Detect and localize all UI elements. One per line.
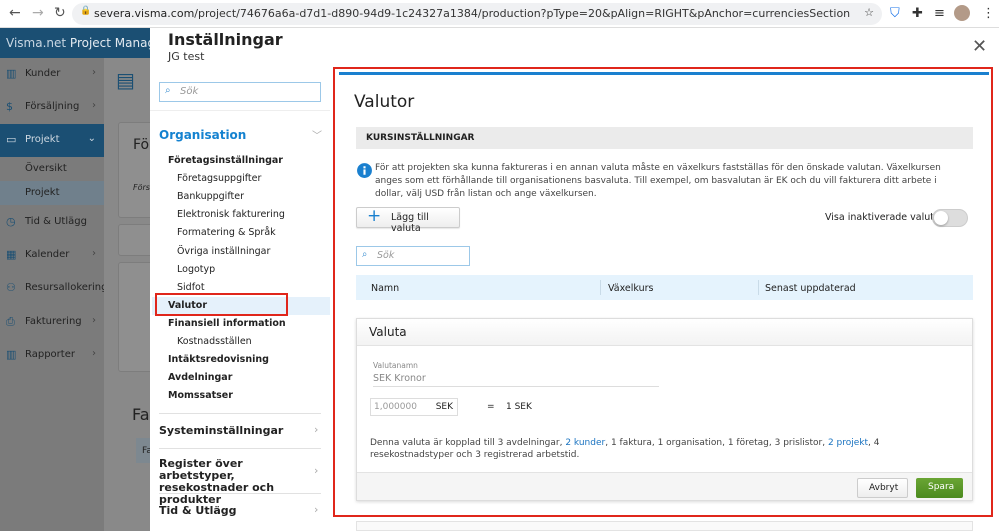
- app-header: Visma.net Project Management: [0, 28, 150, 58]
- shield-icon[interactable]: ⛉: [890, 6, 900, 21]
- divider: [159, 448, 321, 449]
- reload-icon[interactable]: ↻: [54, 5, 66, 21]
- rate-equals: = 1 SEK: [487, 402, 532, 412]
- sidebar-item-kalender[interactable]: ▦ Kalender ›: [0, 239, 104, 272]
- nav-group-systeminstallningar[interactable]: Systeminställningar: [159, 424, 321, 437]
- currency-name-field: SEK Kronor: [373, 373, 659, 387]
- sidebar-item-tid[interactable]: ◷ Tid & Utlägg: [0, 206, 104, 239]
- currency-name-label: Valutanamn: [373, 361, 418, 370]
- exchange-rate-input[interactable]: 1,000000 SEK: [370, 398, 458, 416]
- nav-item-kostnadsställen[interactable]: Kostnadsställen: [152, 333, 330, 351]
- chevron-right-icon: ›: [314, 464, 319, 477]
- nav-item-övriga-inställningar[interactable]: Övriga inställningar: [152, 243, 330, 261]
- app-main-dimmed: ▤ För Försä Fas Fa: [104, 58, 158, 531]
- info-icon: [357, 163, 372, 178]
- users-icon: ⚇: [6, 281, 16, 294]
- column-header-vaxelkurs[interactable]: Växelkurs: [608, 283, 653, 294]
- nav-item-logotyp[interactable]: Logotyp: [152, 261, 330, 279]
- link-kunder[interactable]: 2 kunder: [565, 438, 605, 448]
- panel-subtitle: JG test: [168, 50, 205, 63]
- nav-item-elektronisk-fakturering[interactable]: Elektronisk fakturering: [152, 206, 330, 224]
- plus-icon: +: [367, 206, 382, 226]
- column-header-namn[interactable]: Namn: [371, 283, 399, 294]
- cancel-button[interactable]: Avbryt: [857, 478, 908, 498]
- chevron-right-icon: ›: [92, 248, 96, 259]
- menu-icon[interactable]: ⋮: [982, 6, 995, 21]
- nav-item-finansiell-information[interactable]: Finansiell information: [152, 315, 330, 333]
- extensions-icon[interactable]: ✚: [912, 6, 923, 21]
- nav-item-momssatser[interactable]: Momssatser: [152, 387, 330, 405]
- highlight-box: [155, 293, 288, 316]
- save-button[interactable]: Spara: [916, 478, 963, 498]
- divider: [150, 110, 330, 111]
- calendar-icon: ▦: [6, 248, 17, 261]
- column-header-senast[interactable]: Senast uppdaterad: [765, 283, 856, 294]
- nav-item-företagsuppgifter[interactable]: Företagsuppgifter: [152, 170, 330, 188]
- sidebar-item-resursallokering[interactable]: ⚇ Resursallokering: [0, 272, 108, 305]
- media-icon[interactable]: ≡: [934, 6, 945, 21]
- chart-icon: ▥: [6, 348, 17, 361]
- table-header: Namn Växelkurs Senast uppdaterad: [356, 275, 973, 300]
- nav-group-register[interactable]: Register över arbetstyper, resekostnader…: [159, 458, 309, 506]
- section-title: Valutor: [354, 92, 415, 112]
- info-text: För att projekten ska kunna faktureras i…: [375, 163, 941, 199]
- section-header: KURSINSTÄLLNINGAR: [356, 127, 973, 149]
- chevron-right-icon: ›: [314, 423, 319, 436]
- link-projekt[interactable]: 2 projekt: [828, 438, 868, 448]
- app-sidebar: ▥ Kunder › $ Försäljning › ▭ Projekt ⌄ Översik…: [0, 58, 108, 531]
- show-inactive-toggle[interactable]: [932, 209, 968, 227]
- currency-search-input[interactable]: ⌕ Sök: [356, 246, 470, 266]
- chevron-down-icon: ⌄: [87, 133, 96, 144]
- card-footer: Avbryt Spara: [357, 472, 972, 500]
- toggle-label: Visa inaktiverade valutor: [825, 212, 944, 223]
- invoice-icon: ⎙: [6, 315, 15, 328]
- folder-icon: ▤: [116, 68, 135, 92]
- avatar[interactable]: [954, 5, 970, 21]
- clock-icon: ◷: [6, 215, 16, 228]
- divider: [159, 413, 321, 414]
- chevron-right-icon: ›: [92, 348, 96, 359]
- nav-group-tid-utlagg[interactable]: Tid & Utlägg: [159, 504, 321, 517]
- currency-edit-card: Valuta Valutanamn SEK Kronor 1,000000 SEK…: [356, 318, 973, 501]
- dollar-icon: $: [6, 100, 13, 113]
- card-title: Valuta: [357, 319, 972, 346]
- forward-icon[interactable]: →: [32, 5, 44, 21]
- chevron-right-icon: ›: [314, 503, 319, 516]
- nav-item-bankuppgifter[interactable]: Bankuppgifter: [152, 188, 330, 206]
- folder-icon: ▭: [6, 133, 17, 146]
- close-icon[interactable]: ✕: [972, 36, 987, 57]
- settings-search-input[interactable]: ⌕ Sök: [159, 82, 321, 102]
- nav-item-företagsinställningar[interactable]: Företagsinställningar: [152, 152, 330, 170]
- lock-icon: 🔒: [80, 6, 92, 16]
- star-icon[interactable]: ☆: [864, 6, 874, 19]
- back-icon[interactable]: ←: [9, 5, 21, 21]
- sidebar-item-oversikt[interactable]: Översikt: [0, 157, 104, 181]
- chevron-right-icon: ›: [92, 67, 96, 78]
- usage-note: Denna valuta är kopplad till 3 avdelning…: [370, 438, 880, 460]
- search-icon: ⌕: [165, 85, 171, 96]
- chevron-down-icon: ﹀: [312, 131, 322, 142]
- panel-title: Inställningar: [168, 30, 283, 49]
- nav-item-formatering-språk[interactable]: Formatering & Språk: [152, 224, 330, 242]
- chevron-right-icon: ›: [92, 315, 96, 326]
- building-icon: ▥: [6, 67, 17, 80]
- browser-toolbar: ← → ↻ 🔒 severa.visma.com/project/74676a6a…: [0, 0, 999, 28]
- sidebar-item-rapporter[interactable]: ▥ Rapporter ›: [0, 339, 104, 372]
- sidebar-item-projekt[interactable]: ▭ Projekt ⌄: [0, 124, 104, 157]
- nav-group-organisation[interactable]: Organisation: [159, 128, 246, 142]
- sidebar-item-forsaljning[interactable]: $ Försäljning ›: [0, 91, 104, 124]
- address-bar[interactable]: 🔒 severa.visma.com/project/74676a6a-d7d1-…: [72, 3, 882, 25]
- add-currency-button[interactable]: + Lägg till valuta: [356, 206, 460, 234]
- divider: [159, 493, 321, 494]
- next-card: [356, 521, 973, 531]
- nav-item-intäktsredovisning[interactable]: Intäktsredovisning: [152, 351, 330, 369]
- sidebar-item-projekt-sub[interactable]: Projekt: [0, 181, 104, 205]
- chevron-right-icon: ›: [92, 100, 96, 111]
- search-icon: ⌕: [362, 249, 368, 260]
- section-accent-bar: [339, 72, 989, 75]
- sidebar-item-fakturering[interactable]: ⎙ Fakturering ›: [0, 306, 104, 339]
- nav-item-avdelningar[interactable]: Avdelningar: [152, 369, 330, 387]
- sidebar-item-kunder[interactable]: ▥ Kunder ›: [0, 58, 104, 91]
